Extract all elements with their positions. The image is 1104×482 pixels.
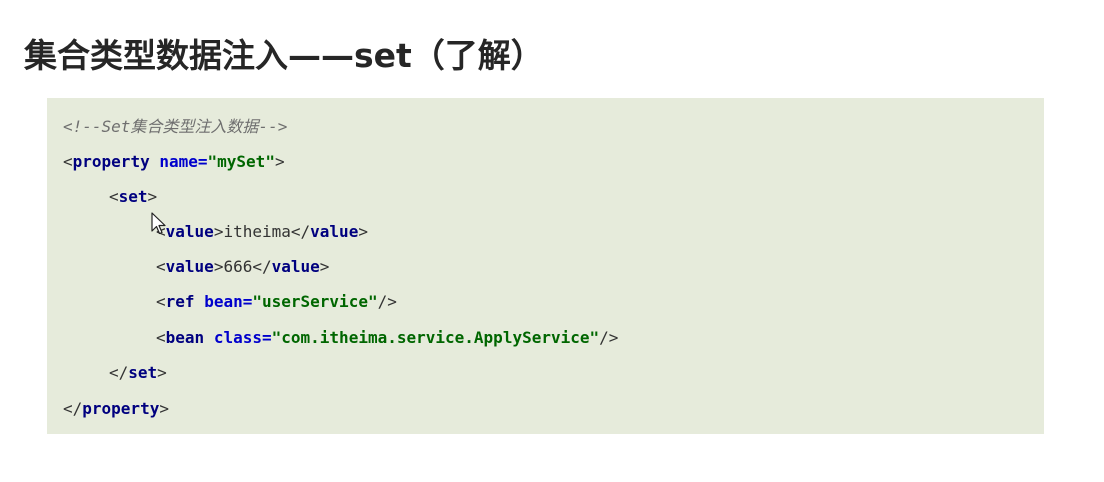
- tag-value: value: [310, 222, 359, 241]
- value-text: itheima: [223, 222, 291, 241]
- bracket-close: >: [358, 222, 368, 241]
- code-line-set-close: </set>: [63, 359, 167, 387]
- code-block: <!--Set集合类型注入数据--> <property name="mySet…: [47, 98, 1044, 434]
- code-line-value-2: <value>666</value>: [63, 253, 329, 281]
- attr-name: name: [159, 152, 198, 171]
- bracket-open: <: [156, 257, 166, 276]
- self-close: />: [599, 328, 619, 347]
- bracket-open: <: [63, 152, 73, 171]
- code-line-bean: <bean class="com.itheima.service.ApplySe…: [63, 324, 618, 352]
- tag-property: property: [82, 399, 160, 418]
- bracket-close: >: [147, 187, 158, 206]
- code-comment: <!--Set集合类型注入数据-->: [63, 117, 288, 136]
- code-line-set-open: <set>: [63, 183, 157, 211]
- end-bracket-open: </: [290, 222, 311, 241]
- tag-bean: bean: [165, 328, 205, 347]
- bracket-close: >: [274, 152, 285, 171]
- tag-value: value: [165, 222, 214, 241]
- tag-ref: ref: [165, 292, 195, 311]
- bracket-close: >: [319, 257, 330, 276]
- mouse-pointer-icon: [151, 212, 166, 235]
- value-text: 666: [223, 257, 253, 276]
- tag-set: set: [128, 363, 158, 382]
- attr-bean: bean: [204, 292, 243, 311]
- equals-sign: =: [197, 152, 208, 171]
- page-title: 集合类型数据注入——set（了解）: [24, 36, 544, 75]
- end-bracket-open: </: [252, 257, 272, 276]
- tag-value: value: [271, 257, 320, 276]
- bracket-close: >: [159, 399, 169, 418]
- code-line-property-close: </property>: [63, 395, 169, 423]
- bracket-close: >: [213, 222, 224, 241]
- end-bracket-open: </: [109, 363, 129, 382]
- code-line-ref: <ref bean="userService"/>: [63, 288, 397, 316]
- attr-name-value: "mySet": [207, 152, 275, 171]
- bracket-close: >: [213, 257, 224, 276]
- attr-class-value: "com.itheima.service.ApplyService": [271, 328, 600, 347]
- bracket-open: <: [156, 292, 166, 311]
- code-line-value-1: <value>itheima</value>: [63, 218, 368, 246]
- bracket-open: <: [109, 187, 119, 206]
- tag-property: property: [72, 152, 150, 171]
- attr-class: class: [213, 328, 262, 347]
- bracket-close: >: [157, 363, 167, 382]
- equals-sign: =: [261, 328, 272, 347]
- code-line-property-open: <property name="mySet">: [63, 148, 285, 176]
- tag-set: set: [118, 187, 148, 206]
- self-close: />: [377, 292, 397, 311]
- equals-sign: =: [242, 292, 253, 311]
- attr-bean-value: "userService": [252, 292, 378, 311]
- tag-value: value: [165, 257, 214, 276]
- end-bracket-open: </: [63, 399, 83, 418]
- bracket-open: <: [156, 328, 166, 347]
